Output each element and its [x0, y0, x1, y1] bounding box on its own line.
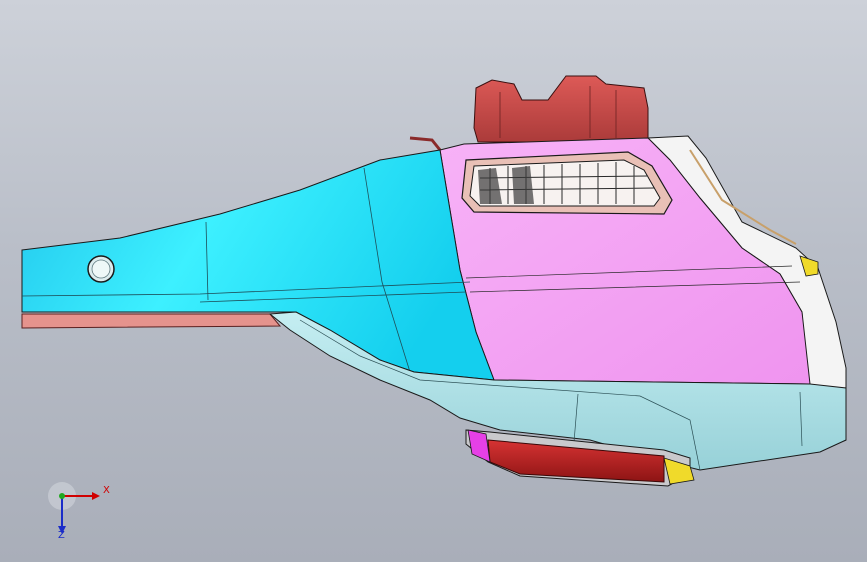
rail-strip[interactable]	[21, 313, 282, 329]
x-axis-label: X	[103, 485, 110, 496]
3d-model-part[interactable]	[0, 0, 867, 562]
graphics-viewport[interactable]: X Z	[0, 0, 867, 562]
window-opening[interactable]	[461, 151, 673, 215]
orientation-triad[interactable]: X Z	[40, 470, 120, 550]
triad-axes	[48, 482, 100, 534]
z-axis-label: Z	[58, 530, 65, 541]
